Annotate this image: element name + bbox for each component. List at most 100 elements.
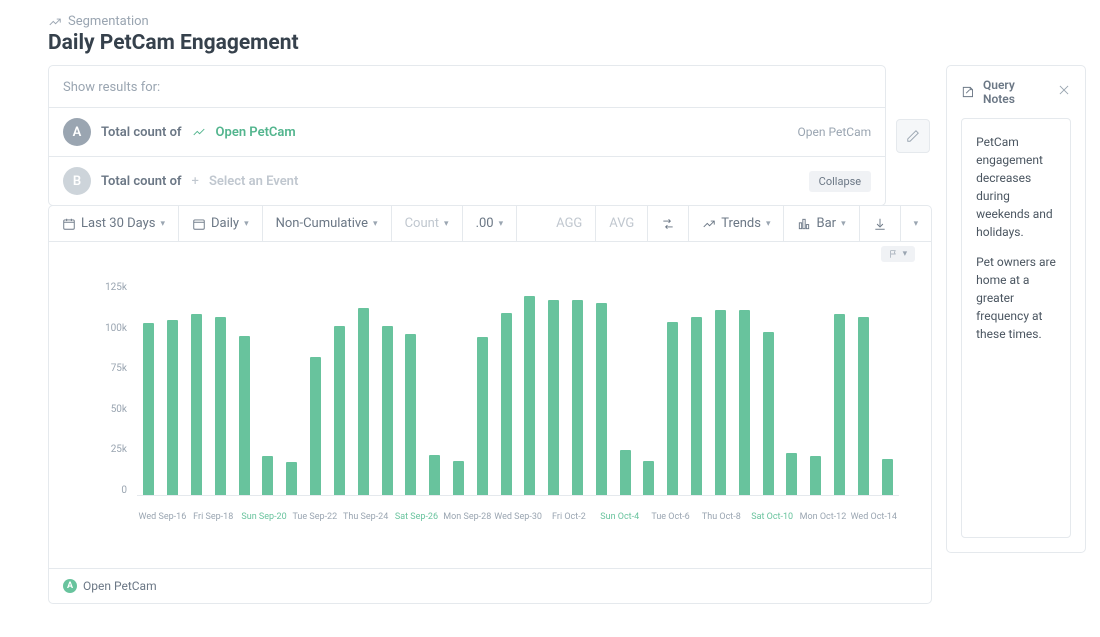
event-badge-a: A <box>63 118 91 146</box>
event-a-prefix: Total count of <box>101 125 182 140</box>
more-button[interactable]: ▾ <box>901 206 932 241</box>
bar[interactable] <box>143 323 154 496</box>
bar[interactable] <box>262 456 273 496</box>
bar[interactable] <box>429 455 440 496</box>
spark-icon <box>192 125 206 139</box>
bar[interactable] <box>453 461 464 496</box>
agg-button[interactable]: AGG <box>543 206 596 241</box>
bar[interactable] <box>643 461 654 496</box>
bar[interactable] <box>763 332 774 496</box>
y-tick: 100k <box>81 323 127 334</box>
chart-area: 125k100k75k50k25k0 Wed Sep-16Fri Sep-18S… <box>65 252 915 552</box>
x-tick: Sat Oct-10 <box>747 512 798 522</box>
close-icon <box>1057 83 1071 97</box>
trends-picker[interactable]: Trends▾ <box>689 206 784 241</box>
bar[interactable] <box>667 322 678 496</box>
compare-icon <box>661 217 675 231</box>
bar[interactable] <box>691 317 702 496</box>
note-paragraph: Pet owners are home at a greater frequen… <box>976 253 1056 343</box>
x-tick: Wed Sep-16 <box>137 512 188 522</box>
bar[interactable] <box>739 310 750 496</box>
page-title: Daily PetCam Engagement <box>48 31 1052 55</box>
bar[interactable] <box>524 296 535 496</box>
bar[interactable] <box>167 320 178 496</box>
y-tick: 0 <box>81 485 127 496</box>
segmentation-icon <box>48 15 62 29</box>
trends-icon <box>702 217 716 231</box>
notes-icon <box>961 85 975 99</box>
bar[interactable] <box>215 317 226 496</box>
bar[interactable] <box>858 317 869 496</box>
query-notes-panel: Query Notes PetCam engagement decreases … <box>946 65 1086 553</box>
close-notes-button[interactable] <box>1057 83 1071 101</box>
bar[interactable] <box>501 313 512 496</box>
x-tick: Wed Sep-30 <box>493 512 544 522</box>
x-tick: Fri Oct-2 <box>544 512 595 522</box>
breadcrumb: Segmentation <box>68 14 149 29</box>
bar[interactable] <box>358 308 369 496</box>
bar[interactable] <box>286 462 297 496</box>
bar[interactable] <box>596 303 607 496</box>
bar[interactable] <box>239 336 250 497</box>
notes-heading: Query Notes <box>983 78 1049 106</box>
bar[interactable] <box>882 459 893 496</box>
date-range-picker[interactable]: Last 30 Days▾ <box>49 206 179 241</box>
download-icon <box>873 217 887 231</box>
cumulative-picker[interactable]: Non-Cumulative▾ <box>263 206 392 241</box>
bar[interactable] <box>786 453 797 496</box>
bar[interactable] <box>572 300 583 496</box>
decimals-picker[interactable]: .00▾ <box>463 206 518 241</box>
bar[interactable] <box>810 456 821 496</box>
bar[interactable] <box>715 310 726 496</box>
x-tick: Thu Oct-8 <box>696 512 747 522</box>
x-tick: Sat Sep-26 <box>391 512 442 522</box>
x-tick: Mon Oct-12 <box>798 512 849 522</box>
x-tick: Fri Sep-18 <box>188 512 239 522</box>
y-tick: 50k <box>81 404 127 415</box>
event-row-b[interactable]: B Total count of + Select an Event Colla… <box>49 157 885 205</box>
bar[interactable] <box>191 314 202 496</box>
count-picker[interactable]: Count▾ <box>392 206 463 241</box>
bar[interactable] <box>310 357 321 496</box>
event-row-a[interactable]: A Total count of Open PetCam Open PetCam <box>49 108 885 157</box>
legend-label: Open PetCam <box>83 579 157 593</box>
bar[interactable] <box>382 326 393 496</box>
calendar-icon <box>192 217 206 231</box>
notes-body[interactable]: PetCam engagement decreases during weeke… <box>961 118 1071 538</box>
edit-button[interactable] <box>896 119 930 153</box>
download-button[interactable] <box>860 206 901 241</box>
x-tick: Mon Sep-28 <box>442 512 493 522</box>
y-tick: 25k <box>81 444 127 455</box>
event-badge-b: B <box>63 167 91 195</box>
bar-chart-icon <box>797 217 811 231</box>
show-results-label: Show results for: <box>49 66 885 107</box>
bar[interactable] <box>334 326 345 496</box>
bar[interactable] <box>548 300 559 496</box>
bar[interactable] <box>477 337 488 496</box>
x-tick: Thu Sep-24 <box>340 512 391 522</box>
note-paragraph: PetCam engagement decreases during weeke… <box>976 133 1056 241</box>
bar[interactable] <box>405 334 416 496</box>
x-tick: Sun Sep-20 <box>239 512 290 522</box>
compare-button[interactable] <box>648 206 689 241</box>
x-tick: Tue Sep-22 <box>289 512 340 522</box>
chart-type-picker[interactable]: Bar▾ <box>784 206 859 241</box>
y-tick: 75k <box>81 363 127 374</box>
event-b-placeholder[interactable]: Select an Event <box>209 174 298 189</box>
collapse-button[interactable]: Collapse <box>809 171 871 192</box>
event-b-prefix: Total count of <box>101 174 182 189</box>
x-tick: Wed Oct-14 <box>848 512 899 522</box>
pencil-icon <box>906 129 920 143</box>
granularity-picker[interactable]: Daily▾ <box>179 206 263 241</box>
x-tick: Sun Oct-4 <box>594 512 645 522</box>
event-a-right-label: Open PetCam <box>798 125 872 139</box>
chart-toolbar: Last 30 Days▾ Daily▾ Non-Cumulative▾ Cou… <box>49 206 931 242</box>
bar[interactable] <box>834 314 845 496</box>
x-tick: Tue Oct-6 <box>645 512 696 522</box>
legend-badge: A <box>63 579 77 593</box>
legend-row[interactable]: A Open PetCam <box>49 568 931 603</box>
event-a-name[interactable]: Open PetCam <box>216 125 296 140</box>
bar[interactable] <box>620 450 631 496</box>
avg-button[interactable]: AVG <box>596 206 648 241</box>
calendar-icon <box>62 217 76 231</box>
